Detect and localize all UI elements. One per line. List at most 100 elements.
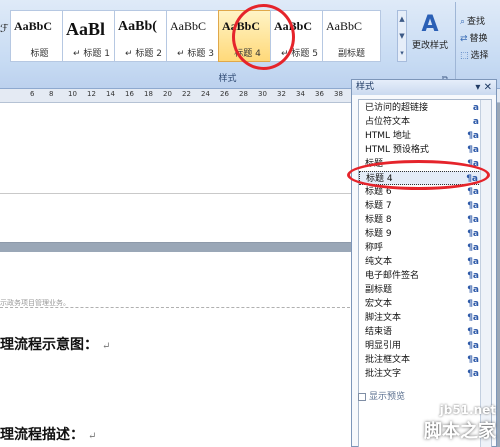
ruler-number: 38	[334, 90, 343, 98]
ruler-number: 24	[201, 90, 210, 98]
style-list-item-label: 明显引用	[365, 341, 402, 351]
ruler-number: 22	[182, 90, 191, 98]
style-list-item-label: 电子邮件签名	[365, 271, 420, 281]
style-list-item[interactable]: 脚注文本 ¶a	[359, 311, 481, 325]
style-list-item[interactable]: 批注框文本 ¶a	[359, 353, 481, 367]
watermark: jb51.net 脚本之家	[424, 403, 496, 443]
style-list-item-label: HTML 预设格式	[365, 145, 429, 155]
style-list-item[interactable]: HTML 预设格式 ¶a	[359, 143, 481, 157]
style-list-item-label: 副标题	[365, 285, 393, 295]
doc-heading-diagram[interactable]: 理流程示意图： ↵	[0, 334, 110, 354]
style-list-item[interactable]: 标题 8 ¶a	[359, 213, 481, 227]
style-type-icon: a	[472, 103, 479, 113]
style-type-icon: ¶a	[467, 355, 479, 365]
ruler-number: 36	[315, 90, 324, 98]
style-list-item-label: 已访问的超链接	[365, 103, 429, 113]
style-list-item[interactable]: 宏文本 ¶a	[359, 297, 481, 311]
gallery-scrollbar[interactable]: ▲ ▼ ▾	[397, 10, 407, 62]
ruler-number: 32	[277, 90, 286, 98]
style-list-item[interactable]: 明显引用 ¶a	[359, 339, 481, 353]
gallery-up-icon[interactable]: ▲	[398, 11, 406, 28]
style-sample: AaBbC	[14, 19, 53, 33]
ruler-number: 26	[220, 90, 229, 98]
style-label: 副标题	[337, 49, 365, 59]
select-label: 选择	[470, 51, 489, 61]
ruler-number: 12	[87, 90, 96, 98]
style-list-item[interactable]: 批注文字 ¶a	[359, 367, 481, 381]
find-icon: ⌕	[460, 17, 466, 27]
ruler-number: 28	[239, 90, 248, 98]
select-button[interactable]: ⬚ 选择	[460, 48, 489, 62]
change-styles-icon: A	[421, 12, 439, 37]
style-type-icon: ¶a	[467, 341, 479, 351]
ruler-number: 30	[258, 90, 267, 98]
show-preview-checkbox[interactable]	[358, 392, 366, 401]
ruler-number: 10	[68, 90, 77, 98]
gallery-down-icon[interactable]: ▼	[398, 28, 406, 45]
find-button[interactable]: ⌕ 查找	[460, 14, 485, 28]
replace-label: 替换	[469, 34, 488, 44]
doc-heading-description-text: 理流程描述：	[0, 427, 84, 443]
style-list-item[interactable]: 标题 9 ¶a	[359, 227, 481, 241]
style-list-item[interactable]: 称呼 ¶a	[359, 241, 481, 255]
ruler-number: 20	[163, 90, 172, 98]
watermark-name: 脚本之家	[424, 421, 496, 442]
select-icon: ⬚	[460, 51, 469, 61]
style-label: 标题	[30, 49, 49, 59]
style-list-item[interactable]: 副标题 ¶a	[359, 283, 481, 297]
style-list-item[interactable]: 结束语 ¶a	[359, 325, 481, 339]
style-sample: AaBb(	[118, 19, 157, 34]
style-type-icon: ¶a	[467, 369, 479, 379]
style-list-item[interactable]: 标题 7 ¶a	[359, 199, 481, 213]
styles-pane-title: 样式 ▾ ✕	[352, 80, 496, 95]
style-type-icon: ¶a	[467, 201, 479, 211]
style-gallery-item[interactable]: AaBl ↵ 标题 1	[62, 10, 121, 62]
style-gallery-item[interactable]: AaBbC 副标题	[322, 10, 381, 62]
style-type-icon: ¶a	[467, 327, 479, 337]
style-type-icon: ¶a	[467, 257, 479, 267]
style-type-icon: ¶a	[467, 313, 479, 323]
ruler-number: 16	[125, 90, 134, 98]
style-list-item-label: 纯文本	[365, 257, 393, 267]
document-page-top[interactable]	[0, 103, 360, 243]
style-list-item-label: 脚注文本	[365, 313, 402, 323]
footer-divider	[0, 307, 350, 308]
watermark-site: jb51.net	[439, 403, 496, 417]
style-list-item-label: 结束语	[365, 327, 393, 337]
highlight-circle-pane	[347, 160, 490, 190]
style-list-item[interactable]: 电子邮件签名 ¶a	[359, 269, 481, 283]
styles-pane-title-text: 样式	[356, 82, 375, 92]
find-label: 查找	[467, 17, 486, 27]
replace-button[interactable]: ⇄ 替换	[460, 31, 488, 45]
style-list-item[interactable]: 已访问的超链接 a	[359, 101, 481, 115]
style-type-icon: ¶a	[467, 299, 479, 309]
style-gallery-item[interactable]: AaBbC 标题	[10, 10, 69, 62]
paragraph-mark: ↵	[102, 341, 111, 352]
gallery-more-icon[interactable]: ▾	[398, 45, 406, 62]
style-type-icon: ¶a	[467, 145, 479, 155]
style-type-icon: ¶a	[467, 229, 479, 239]
doc-heading-diagram-text: 理流程示意图：	[0, 337, 98, 353]
style-list-item[interactable]: HTML 地址 ¶a	[359, 129, 481, 143]
doc-heading-description[interactable]: 理流程描述： ↵	[0, 424, 96, 444]
pane-controls[interactable]: ▾ ✕	[475, 80, 492, 95]
style-type-icon: a	[472, 117, 479, 127]
ruler-number: 14	[106, 90, 115, 98]
style-gallery-item[interactable]: AaBb(↵ 标题 2	[114, 10, 173, 62]
styles-list-scrollbar[interactable]	[480, 100, 491, 447]
change-styles-button[interactable]: A 更改样式	[410, 12, 450, 60]
show-preview-option[interactable]: 显示预览	[358, 389, 405, 402]
paragraph-mark: ↵	[88, 431, 97, 442]
style-list-item-label: 称呼	[365, 243, 384, 253]
ruler-number: 34	[296, 90, 305, 98]
ruler-number: 8	[49, 90, 54, 98]
format-painter-icon[interactable]: ℱ	[0, 22, 9, 36]
style-list-item-label: 批注文字	[365, 369, 402, 379]
style-list-item[interactable]: 纯文本 ¶a	[359, 255, 481, 269]
ruler-number: 18	[144, 90, 153, 98]
ribbon: ℱ AaBbC 标题 AaBl ↵ 标题 1 AaBb(↵ 标题 2 AaBbC ↵ 标题 …	[0, 0, 500, 89]
style-sample: AaBbC	[326, 19, 362, 33]
style-gallery-item[interactable]: AaBbC ↵ 标题 3	[166, 10, 225, 62]
ruler-number: 6	[30, 90, 35, 98]
style-list-item[interactable]: 占位符文本 a	[359, 115, 481, 129]
